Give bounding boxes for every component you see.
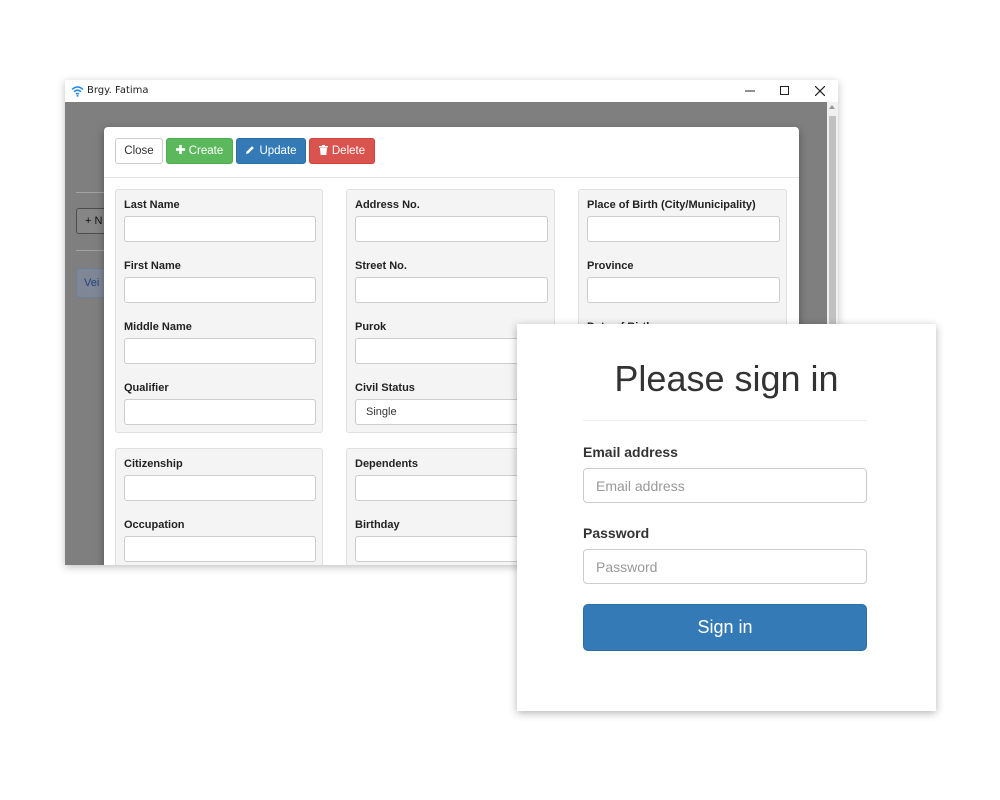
trash-icon <box>318 144 328 158</box>
middle-name-label: Middle Name <box>124 321 192 333</box>
first-name-label: First Name <box>124 260 181 272</box>
background-divider <box>76 192 106 193</box>
address-no-input[interactable] <box>355 216 548 242</box>
delete-button-label: Delete <box>331 145 366 157</box>
close-button[interactable]: Close <box>115 138 163 164</box>
middle-name-input[interactable] <box>124 338 316 364</box>
place-of-birth-label: Place of Birth (City/Municipality) <box>587 199 756 211</box>
close-button-label: Close <box>124 145 154 157</box>
window-close-button[interactable] <box>812 83 828 99</box>
first-name-input[interactable] <box>124 277 316 303</box>
create-button[interactable]: Create <box>166 138 233 164</box>
occupation-input[interactable] <box>124 536 316 562</box>
signin-divider <box>583 420 867 421</box>
background-divider <box>76 250 106 251</box>
last-name-input[interactable] <box>124 216 316 242</box>
province-label: Province <box>587 260 634 272</box>
pencil-icon <box>245 145 255 158</box>
update-button-label: Update <box>259 145 297 157</box>
modal-toolbar: Close Create Update Delete <box>104 127 799 178</box>
personal-info-panel: Citizenship Occupation <box>115 448 323 565</box>
purok-label: Purok <box>355 321 387 333</box>
last-name-label: Last Name <box>124 199 180 211</box>
email-field[interactable] <box>583 468 867 503</box>
create-button-label: Create <box>188 145 224 157</box>
occupation-label: Occupation <box>124 519 185 531</box>
street-no-input[interactable] <box>355 277 548 303</box>
title-bar: Brgy. Fatima <box>65 80 838 102</box>
street-no-label: Street No. <box>355 260 407 272</box>
signin-heading: Please sign in <box>614 358 839 399</box>
citizenship-input[interactable] <box>124 475 316 501</box>
wifi-icon <box>71 84 84 97</box>
scroll-up-arrow-icon[interactable] <box>829 105 835 109</box>
civil-status-label: Civil Status <box>355 382 415 394</box>
province-input[interactable] <box>587 277 780 303</box>
delete-button[interactable]: Delete <box>309 138 375 164</box>
password-label: Password <box>583 525 650 541</box>
qualifier-label: Qualifier <box>124 382 169 394</box>
citizenship-label: Citizenship <box>124 458 183 470</box>
update-button[interactable]: Update <box>236 138 306 164</box>
birthday-label: Birthday <box>355 519 400 531</box>
personal-name-panel: Last Name First Name Middle Name Qualifi… <box>115 189 323 433</box>
signin-button-label: Sign in <box>697 617 753 637</box>
signin-button[interactable]: Sign in <box>583 604 867 651</box>
password-field[interactable] <box>583 549 867 584</box>
dependents-label: Dependents <box>355 458 418 470</box>
close-icon <box>815 86 825 96</box>
minimize-icon <box>745 90 755 92</box>
maximize-icon <box>780 86 789 95</box>
qualifier-input[interactable] <box>124 399 316 425</box>
plus-icon <box>175 145 185 157</box>
window-title: Brgy. Fatima <box>87 85 149 96</box>
address-no-label: Address No. <box>355 199 420 211</box>
signin-card: Please sign in Email address Password Si… <box>517 324 936 711</box>
maximize-button[interactable] <box>777 83 793 99</box>
minimize-button[interactable] <box>742 83 758 99</box>
place-of-birth-input[interactable] <box>587 216 780 242</box>
email-label: Email address <box>583 444 678 460</box>
